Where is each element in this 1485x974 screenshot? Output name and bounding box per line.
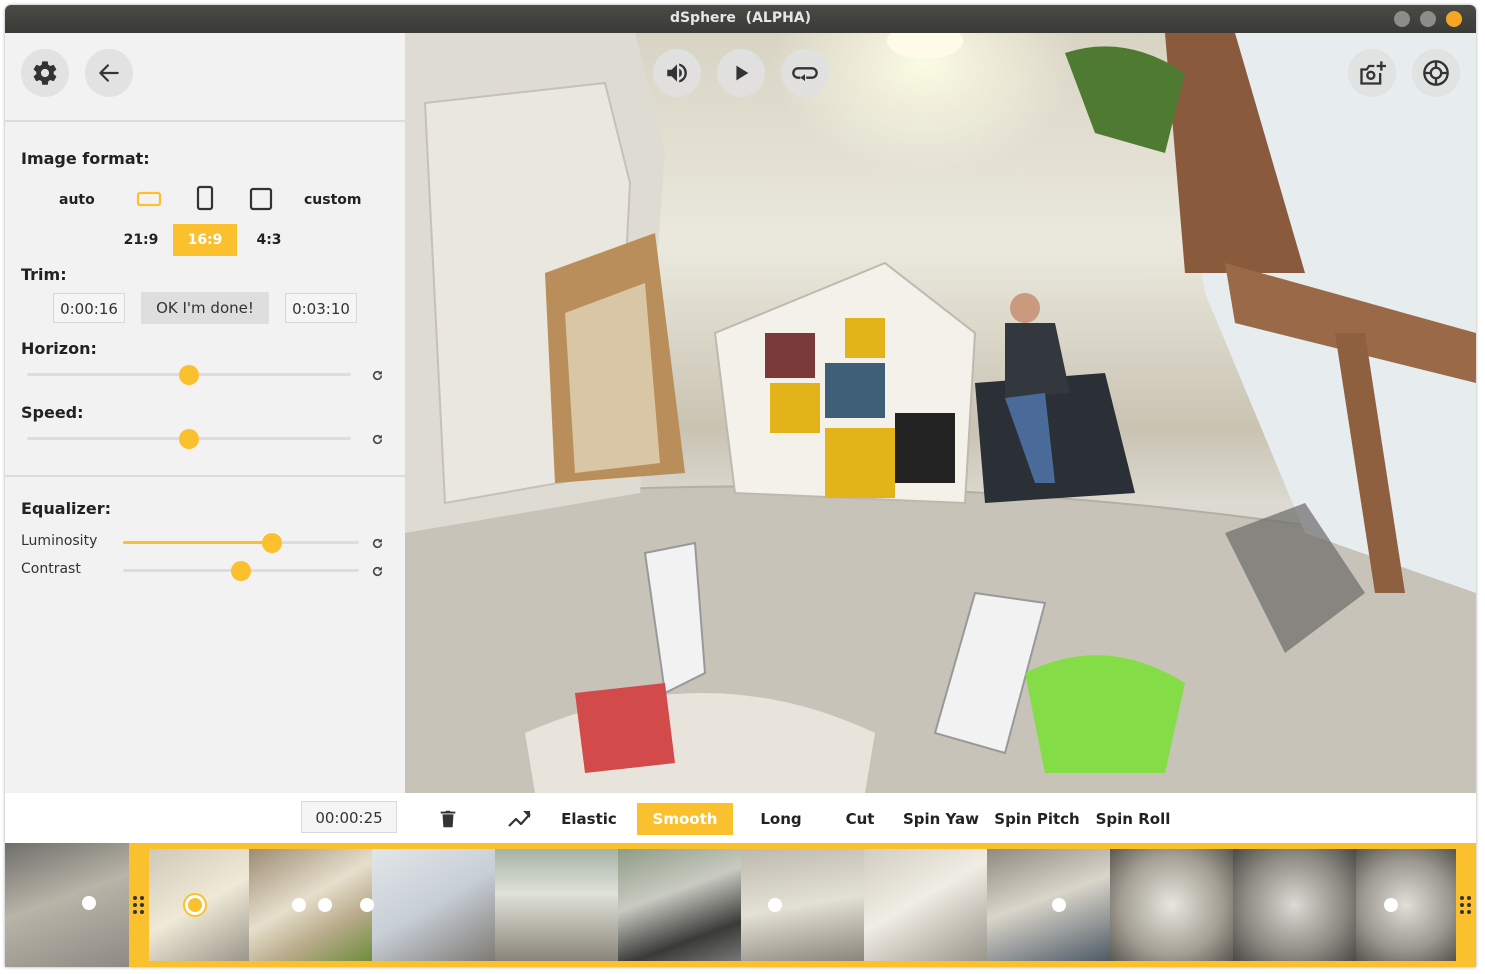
thumbnail: [864, 849, 987, 961]
thumbnail: [1356, 849, 1456, 961]
portrait-format-button[interactable]: [191, 183, 219, 213]
thumbnail: [741, 849, 864, 961]
landscape-format-button[interactable]: [135, 185, 163, 213]
speed-label: Speed:: [21, 403, 84, 422]
mode-spin-yaw[interactable]: Spin Yaw: [901, 803, 981, 835]
fisheye-scene: [405, 33, 1476, 793]
horizon-label: Horizon:: [21, 339, 97, 358]
thumbnail: [249, 849, 372, 961]
keyframe-marker[interactable]: [1052, 898, 1066, 912]
trim-end-handle[interactable]: [1456, 843, 1476, 967]
thumbnail: [495, 849, 618, 961]
delete-keyframe-button[interactable]: [437, 807, 461, 833]
loop-icon: [792, 67, 818, 82]
trimmed-thumbnail: [5, 843, 129, 967]
luminosity-reset-button[interactable]: [369, 535, 385, 551]
thumbnail: [987, 849, 1110, 961]
timeline-toolbar: 00:00:25 Elastic Smooth Long Cut Spin Ya…: [5, 793, 1476, 843]
mode-spin-pitch[interactable]: Spin Pitch: [993, 803, 1081, 835]
thumbnail: [618, 849, 741, 961]
keyframe-marker[interactable]: [318, 898, 332, 912]
trim-selection[interactable]: [149, 843, 1456, 967]
gear-icon: [33, 61, 57, 85]
play-icon: [736, 65, 749, 81]
thumbnail: [1110, 849, 1233, 961]
settings-button[interactable]: [21, 49, 69, 97]
ratio-21-9[interactable]: 21:9: [109, 224, 173, 256]
arrow-left-icon: [99, 64, 119, 82]
square-format-button[interactable]: [247, 185, 275, 213]
keyframe-marker[interactable]: [292, 898, 306, 912]
contrast-reset-button[interactable]: [369, 563, 385, 579]
reset-icon: [372, 434, 382, 444]
snapshot-button[interactable]: [1348, 49, 1396, 97]
horizon-reset-button[interactable]: [369, 367, 385, 383]
trim-done-button[interactable]: OK I'm done!: [141, 292, 269, 324]
trim-start-handle[interactable]: [129, 843, 149, 967]
video-viewer[interactable]: [405, 33, 1476, 793]
trim-label: Trim:: [21, 265, 67, 284]
speed-reset-button[interactable]: [369, 431, 385, 447]
speed-slider-thumb[interactable]: [179, 429, 199, 449]
keyframe-marker[interactable]: [768, 898, 782, 912]
minimize-button[interactable]: [1394, 11, 1410, 27]
mode-cut[interactable]: Cut: [835, 803, 885, 835]
portrait-icon: [196, 185, 214, 211]
drag-handle-icon: [1460, 896, 1471, 914]
reset-icon: [372, 566, 382, 576]
settings-circle-icon: [1423, 60, 1449, 86]
app-window: dSphere (ALPHA) Image format: auto custo…: [5, 5, 1476, 967]
mode-long[interactable]: Long: [749, 803, 813, 835]
thumbnail: [372, 849, 495, 961]
window-title: dSphere (ALPHA): [669, 10, 812, 26]
back-button[interactable]: [85, 49, 133, 97]
title-bar[interactable]: dSphere (ALPHA): [5, 5, 1476, 33]
trim-end-field[interactable]: 0:03:10: [285, 293, 357, 323]
mode-elastic[interactable]: Elastic: [557, 803, 621, 835]
format-auto[interactable]: auto: [59, 192, 95, 208]
reset-icon: [372, 538, 382, 548]
camera-add-icon: [1360, 61, 1386, 85]
ratio-16-9[interactable]: 16:9: [173, 224, 237, 256]
contrast-label: Contrast: [21, 561, 81, 577]
landscape-icon: [136, 191, 162, 207]
loop-button[interactable]: [781, 49, 829, 97]
luminosity-slider-track[interactable]: [123, 541, 359, 544]
sidebar: Image format: auto custom 21:9 16:9 4:3 …: [5, 33, 405, 793]
maximize-button[interactable]: [1420, 11, 1436, 27]
luminosity-label: Luminosity: [21, 533, 98, 549]
trim-start-field[interactable]: 0:00:16: [53, 293, 125, 323]
drag-handle-icon: [133, 896, 144, 914]
mode-spin-roll[interactable]: Spin Roll: [1093, 803, 1173, 835]
contrast-slider-thumb[interactable]: [231, 561, 251, 581]
keyframe-marker[interactable]: [1384, 898, 1398, 912]
play-button[interactable]: [717, 49, 765, 97]
image-format-label: Image format:: [21, 149, 150, 168]
ratio-4-3[interactable]: 4:3: [237, 224, 301, 256]
horizon-slider-thumb[interactable]: [179, 365, 199, 385]
keyframe-marker[interactable]: [360, 898, 374, 912]
thumbnail-strip: [149, 849, 1456, 961]
view-settings-button[interactable]: [1412, 49, 1460, 97]
divider: [5, 120, 405, 122]
trend-icon: [508, 811, 531, 827]
volume-icon: [667, 63, 687, 83]
current-time-field[interactable]: 00:00:25: [301, 801, 397, 833]
mode-smooth[interactable]: Smooth: [637, 803, 733, 835]
keyframe-marker[interactable]: [82, 896, 96, 910]
filmstrip[interactable]: [5, 843, 1476, 967]
square-icon: [249, 187, 273, 211]
volume-button[interactable]: [653, 49, 701, 97]
thumbnail: [1233, 849, 1356, 961]
divider: [5, 475, 405, 477]
keyframe-marker-current[interactable]: [188, 898, 202, 912]
curve-button[interactable]: [507, 808, 535, 832]
close-button[interactable]: [1446, 11, 1462, 27]
format-custom[interactable]: custom: [304, 192, 362, 208]
reset-icon: [372, 370, 382, 380]
luminosity-slider-thumb[interactable]: [262, 533, 282, 553]
trash-icon: [440, 810, 456, 828]
equalizer-label: Equalizer:: [21, 499, 111, 518]
